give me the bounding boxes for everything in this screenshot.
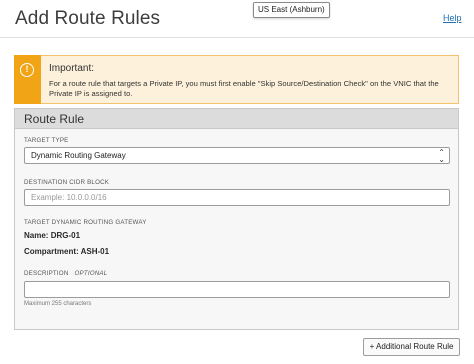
description-label: DESCRIPTION bbox=[24, 270, 69, 277]
description-input[interactable] bbox=[24, 281, 450, 298]
optional-tag: OPTIONAL bbox=[74, 270, 108, 277]
drg-compartment-value: ASH-01 bbox=[80, 247, 110, 256]
route-rule-panel-header: Route Rule bbox=[15, 109, 458, 129]
route-rule-panel-title: Route Rule bbox=[24, 112, 85, 126]
alert-accent-bar: ! bbox=[14, 55, 41, 104]
alert-message: For a route rule that targets a Private … bbox=[49, 79, 439, 98]
info-circle-icon: ! bbox=[20, 63, 34, 77]
drg-name-value: DRG-01 bbox=[50, 231, 81, 240]
target-drg-label: TARGET DYNAMIC ROUTING GATEWAY bbox=[24, 219, 147, 226]
important-alert: ! Important: For a route rule that targe… bbox=[14, 55, 459, 104]
target-type-value: Dynamic Routing Gateway bbox=[31, 151, 126, 160]
target-type-label: TARGET TYPE bbox=[24, 137, 69, 144]
chevron-up-down-icon: ⌃ ⌄ bbox=[438, 148, 445, 164]
drg-name-line: Name: DRG-01 bbox=[24, 231, 80, 240]
page-header: Add Route Rules US East (Ashburn) Help bbox=[0, 0, 474, 38]
description-hint: Maximum 255 characters bbox=[24, 301, 92, 307]
description-label-row: DESCRIPTION OPTIONAL bbox=[24, 270, 107, 277]
drg-name-label: Name: bbox=[24, 231, 49, 240]
drg-compartment-label: Compartment: bbox=[24, 247, 79, 256]
region-tooltip: US East (Ashburn) bbox=[253, 2, 330, 18]
target-type-select[interactable]: Dynamic Routing Gateway ⌃ ⌄ bbox=[24, 147, 450, 164]
additional-route-rule-button[interactable]: + Additional Route Rule bbox=[363, 338, 460, 356]
help-link[interactable]: Help bbox=[443, 13, 462, 23]
destination-cidr-label: DESTINATION CIDR BLOCK bbox=[24, 179, 110, 186]
destination-cidr-input[interactable]: Example: 10.0.0.0/16 bbox=[24, 189, 450, 206]
route-rule-panel: Route Rule TARGET TYPE Dynamic Routing G… bbox=[14, 108, 459, 330]
drg-compartment-line: Compartment: ASH-01 bbox=[24, 247, 109, 256]
alert-title: Important: bbox=[49, 63, 95, 74]
page-title: Add Route Rules bbox=[15, 8, 161, 29]
